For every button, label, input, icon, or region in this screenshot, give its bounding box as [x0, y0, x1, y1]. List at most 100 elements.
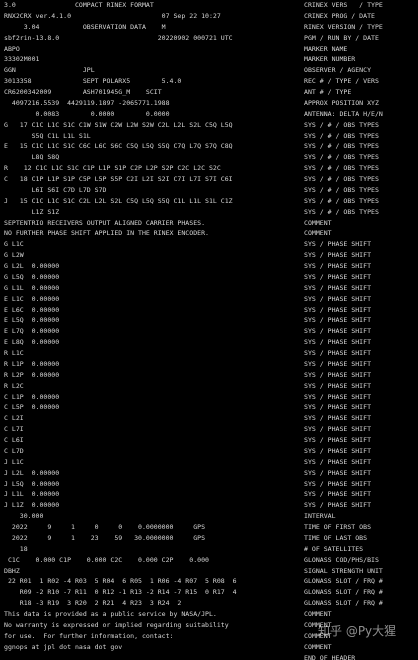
header-line-content: E L8Q 0.00000 [4, 338, 60, 347]
header-line: NO FURTHER PHASE SHIFT APPLIED IN THE RI… [0, 228, 418, 239]
header-line: J L1Z 0.00000 SYS / PHASE SHIFT [0, 500, 418, 511]
header-line-label: GLONASS SLOT / FRQ # [304, 577, 383, 586]
header-line: 0.0083 0.0000 0.0000 ANTENNA: DELTA H/E/N [0, 109, 418, 120]
header-line-content: G L1C [4, 240, 24, 249]
header-line-content: 3013358 SEPT POLARX5 5.4.0 [4, 77, 182, 86]
header-line: J 15 C1C L1C S1C C2L L2L S2L C5Q L5Q S5Q… [0, 196, 418, 207]
header-line: 3.04 OBSERVATION DATA M RINEX VERSION / T… [0, 22, 418, 33]
header-line-label: SIGNAL STRENGTH UNIT [304, 566, 383, 575]
header-line-label: COMMENT [304, 229, 332, 238]
header-line-content: 22 R01 1 R02 -4 R03 5 R04 6 R05 1 R06 -4… [4, 577, 237, 586]
header-line-label: SYS / PHASE SHIFT [304, 272, 372, 281]
header-line-content: for use. For further information, contac… [4, 631, 174, 640]
header-line-label: SYS / PHASE SHIFT [304, 359, 372, 368]
header-line-content: 2022 9 1 23 59 30.0000000 GPS [4, 533, 206, 542]
header-line: R L1P 0.00000 SYS / PHASE SHIFT [0, 359, 418, 370]
header-line: J L2L 0.00000 SYS / PHASE SHIFT [0, 468, 418, 479]
header-line-content: G L2W [4, 251, 24, 260]
header-line-label: GLONASS SLOT / FRQ # [304, 588, 383, 597]
header-line-content: R18 -3 R19 3 R20 2 R21 4 R23 3 R24 2 [4, 599, 182, 608]
header-line: SEPTENTRIO RECEIVERS OUTPUT ALIGNED CARR… [0, 218, 418, 229]
header-line-label: SYS / PHASE SHIFT [304, 327, 372, 336]
header-line-label: SYS / # / OBS TYPES [304, 175, 379, 183]
header-line-content: 3.04 OBSERVATION DATA M [4, 22, 166, 31]
header-line: L1Z S1Z SYS / # / OBS TYPES [0, 207, 418, 218]
header-line-content: G 17 C1C L1C S1C C1W S1W C2W L2W S2W C2L… [4, 120, 233, 129]
header-line: GGN JPL OBSERVER / AGENCY [0, 65, 418, 76]
zhihu-watermark: 知乎 @Py大猩 [318, 624, 397, 638]
header-line-label: SYS / # / OBS TYPES [304, 196, 379, 205]
header-line: 2022 9 1 0 0 0.0000000 GPS TIME OF FIRST … [0, 522, 418, 533]
header-line-label: GLONASS SLOT / FRQ # [304, 599, 383, 608]
header-line-content: 0.0083 0.0000 0.0000 [4, 109, 170, 118]
header-line: R L1C SYS / PHASE SHIFT [0, 348, 418, 359]
header-line: R18 -3 R19 3 R20 2 R21 4 R23 3 R24 2 GLON… [0, 598, 418, 609]
header-line-label: SYS / PHASE SHIFT [304, 392, 372, 401]
header-line: END OF HEADER [0, 653, 418, 660]
header-line: R L2P 0.00000 SYS / PHASE SHIFT [0, 370, 418, 381]
header-line-label: SYS / # / OBS TYPES [304, 207, 379, 216]
header-line-label: SYS / PHASE SHIFT [304, 370, 372, 379]
header-line-label: CRINEX PROG / DATE [304, 11, 375, 20]
header-line-content: J L2L 0.00000 [4, 468, 60, 477]
header-line: C L5P 0.00000 SYS / PHASE SHIFT [0, 402, 418, 413]
header-line-label: SYS / PHASE SHIFT [304, 251, 372, 260]
header-line-content: 18 [4, 544, 28, 553]
header-line-label: SYS / # / OBS TYPES [304, 131, 379, 140]
header-line: G L1L 0.00000 SYS / PHASE SHIFT [0, 283, 418, 294]
header-line-label: TIME OF FIRST OBS [304, 523, 372, 531]
header-line-content: RNX2CRX ver.4.1.0 07 Sep 22 10:27 [4, 11, 221, 20]
header-line-content: DBHZ [4, 566, 20, 575]
header-line: R L2C SYS / PHASE SHIFT [0, 381, 418, 392]
header-line: C1C 0.000 C1P 0.000 C2C 0.000 C2P 0.000 G… [0, 555, 418, 566]
header-line: 2022 9 1 23 59 30.0000000 GPS TIME OF LAS… [0, 533, 418, 544]
header-line-content: NO FURTHER PHASE SHIFT APPLIED IN THE RI… [4, 229, 209, 238]
header-line-label: SYS / PHASE SHIFT [304, 283, 372, 292]
header-line-content: L6I S6I C7D L7D S7D [4, 185, 107, 194]
header-line-content: R L1C [4, 349, 24, 357]
header-line-content: J L5Q 0.00000 [4, 479, 60, 488]
header-line-content: 2022 9 1 0 0 0.0000000 GPS [4, 523, 206, 531]
header-line: 3013358 SEPT POLARX5 5.4.0 REC # / TYPE /… [0, 76, 418, 87]
header-line-content: R 12 C1C L1C S1C C1P L1P S1P C2P L2P S2P… [4, 164, 221, 173]
header-line-content: R L1P 0.00000 [4, 359, 60, 368]
header-line-label: SYS / PHASE SHIFT [304, 338, 372, 347]
header-line-label: SYS / PHASE SHIFT [304, 316, 372, 325]
header-line-label: SYS / PHASE SHIFT [304, 262, 372, 270]
header-line-content: C 18 C1P L1P S1P C5P L5P S5P C2I L2I S2I… [4, 175, 233, 183]
header-line: J L1C SYS / PHASE SHIFT [0, 457, 418, 468]
header-line-content: 3.0 COMPACT RINEX FORMAT [4, 1, 154, 9]
header-line: 3.0 COMPACT RINEX FORMAT CRINEX VERS / TY… [0, 0, 418, 11]
header-line-label: SYS / PHASE SHIFT [304, 468, 372, 477]
header-line: 22 R01 1 R02 -4 R03 5 R04 6 R05 1 R06 -4… [0, 576, 418, 587]
header-line-content: C1C 0.000 C1P 0.000 C2C 0.000 C2P 0.000 [4, 555, 209, 564]
header-line-content: 33302M001 [4, 55, 40, 64]
header-line-label: SYS / PHASE SHIFT [304, 446, 372, 455]
header-line-content: SEPTENTRIO RECEIVERS OUTPUT ALIGNED CARR… [4, 218, 206, 227]
header-line-label: SYS / PHASE SHIFT [304, 381, 372, 390]
header-line-content: G L5Q 0.00000 [4, 272, 60, 281]
header-line-label: SYS / PHASE SHIFT [304, 501, 372, 510]
header-line: G L5Q 0.00000 SYS / PHASE SHIFT [0, 272, 418, 283]
header-line: C L7D SYS / PHASE SHIFT [0, 446, 418, 457]
header-line: G L1C SYS / PHASE SHIFT [0, 239, 418, 250]
header-line-label: ANTENNA: DELTA H/E/N [304, 109, 383, 118]
header-line: G 17 C1C L1C S1C C1W S1W C2W L2W S2W C2L… [0, 120, 418, 131]
header-line-label: # OF SATELLITES [304, 544, 364, 553]
rinex-header-text: 3.0 COMPACT RINEX FORMAT CRINEX VERS / TY… [0, 0, 418, 660]
header-line: E L6C 0.00000 SYS / PHASE SHIFT [0, 305, 418, 316]
header-line-label: SYS / PHASE SHIFT [304, 403, 372, 412]
header-line: R09 -2 R10 -7 R11 0 R12 -1 R13 -2 R14 -7… [0, 587, 418, 598]
header-line-content: L1Z S1Z [4, 207, 60, 216]
header-line-content: C L7I [4, 425, 24, 434]
header-line: C L7I SYS / PHASE SHIFT [0, 424, 418, 435]
header-line: S5Q C1L L1L S1L SYS / # / OBS TYPES [0, 131, 418, 142]
header-line: 18 # OF SATELLITES [0, 544, 418, 555]
header-line-label: MARKER NUMBER [304, 55, 356, 64]
header-line: 30.000 INTERVAL [0, 511, 418, 522]
header-line-label: COMMENT [304, 642, 332, 651]
header-line: C L2I SYS / PHASE SHIFT [0, 413, 418, 424]
header-line-label: SYS / # / OBS TYPES [304, 142, 379, 151]
header-line: ABPO MARKER NAME [0, 44, 418, 55]
header-line: 4097216.5539 4429119.1897 -2065771.1988 A… [0, 98, 418, 109]
